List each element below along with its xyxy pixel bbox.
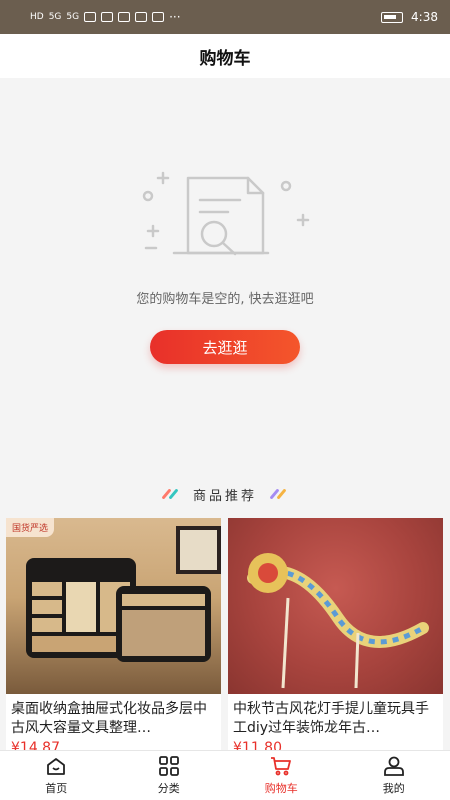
product-price: ¥14.87 <box>11 740 60 750</box>
product-grid: 国货严选 桌面收纳盒抽屉式化妆品多层中古风大容量文具整理… ¥14.87 中秋节… <box>6 518 444 750</box>
hd-indicator: HD <box>30 12 44 22</box>
cart-icon <box>271 756 292 775</box>
signal-5g-indicator-2: 5G <box>66 12 80 22</box>
tab-label: 首页 <box>45 781 68 795</box>
product-card[interactable]: 中秋节古风花灯手提儿童玩具手工diy过年装饰龙年古… ¥11.80 <box>228 518 443 750</box>
drawer-cabinet-illustration-icon <box>26 526 221 662</box>
product-name[interactable]: 中秋节古风花灯手提儿童玩具手工diy过年装饰龙年古… <box>228 694 443 738</box>
signal-5g-indicator: 5G <box>48 12 62 22</box>
product-card[interactable]: 国货严选 桌面收纳盒抽屉式化妆品多层中古风大容量文具整理… ¥14.87 <box>6 518 221 750</box>
page-title: 购物车 <box>199 48 251 69</box>
tab-label: 分类 <box>157 781 180 795</box>
message-icon <box>152 12 165 22</box>
tab-home[interactable]: 首页 <box>0 751 113 800</box>
tab-label: 购物车 <box>264 781 298 795</box>
page-header: 购物车 <box>0 34 450 78</box>
bottom-tab-bar: 首页 分类 购物车 我的 <box>0 750 450 800</box>
product-image[interactable] <box>228 518 443 694</box>
home-icon <box>47 757 66 775</box>
product-badge: 国货严选 <box>6 518 55 537</box>
battery-icon <box>381 11 404 23</box>
notification-icon <box>101 12 114 22</box>
tab-category[interactable]: 分类 <box>113 751 226 800</box>
decor-slash-right-icon <box>269 488 289 500</box>
empty-cart-section: 您的购物车是空的, 快去逛逛吧 去逛逛 <box>0 78 450 478</box>
tab-cart[interactable]: 购物车 <box>225 751 338 800</box>
clock: 4:38 <box>411 10 438 24</box>
tab-label: 我的 <box>382 781 405 795</box>
go-shopping-button[interactable]: 去逛逛 <box>150 330 300 364</box>
empty-cart-message: 您的购物车是空的, 快去逛逛吧 <box>136 292 314 307</box>
mail-icon <box>118 12 131 22</box>
status-bar: HD 5G 5G ··· 4:38 <box>0 0 450 34</box>
more-notifications-icon: ··· <box>169 10 181 24</box>
wifi-icon <box>84 12 97 22</box>
product-name[interactable]: 桌面收纳盒抽屉式化妆品多层中古风大容量文具整理… <box>6 694 221 738</box>
app-icon <box>135 12 148 22</box>
empty-cart-illustration-icon <box>142 171 310 256</box>
recommend-heading: 商品推荐 <box>0 484 450 504</box>
category-icon <box>158 755 179 776</box>
dragon-lantern-illustration-icon <box>247 553 429 689</box>
product-image[interactable]: 国货严选 <box>6 518 221 694</box>
tab-profile[interactable]: 我的 <box>338 751 450 800</box>
product-price: ¥11.80 <box>233 740 282 750</box>
recommend-title: 商品推荐 <box>192 488 257 504</box>
decor-slash-left-icon <box>161 488 181 500</box>
profile-icon <box>383 756 404 776</box>
